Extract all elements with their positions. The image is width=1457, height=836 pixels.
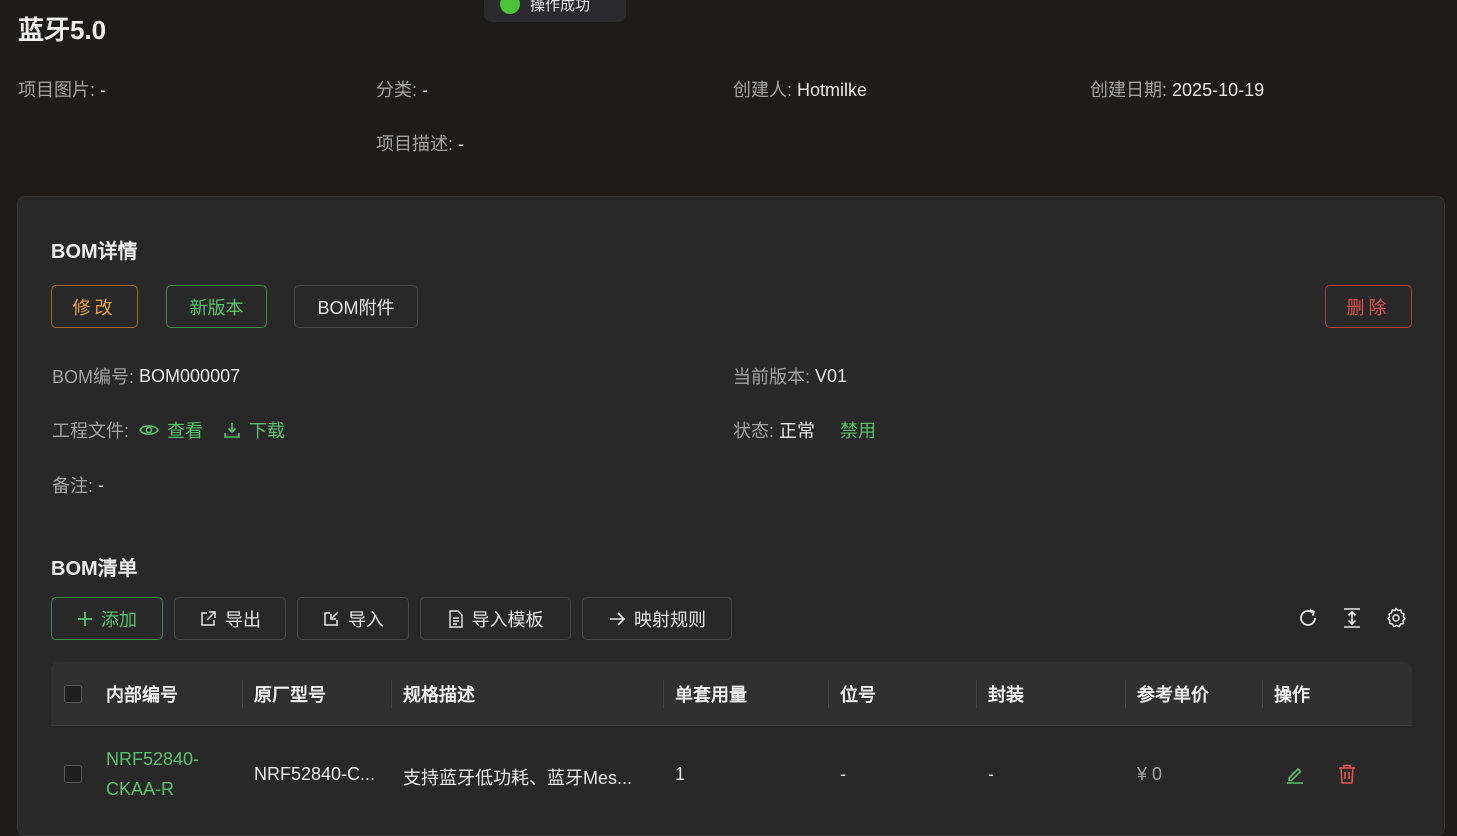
add-button[interactable]: 添加 [51,597,163,640]
category-value: - [422,80,429,100]
remark-value: - [98,474,105,495]
created-date-label: 创建日期: [1090,80,1168,100]
column-divider [391,680,392,708]
spec-cell: 支持蓝牙低功耗、蓝牙Mes... [403,768,633,788]
project-description-field: 项目描述: - [376,130,464,156]
column-header-internal-no[interactable]: 内部编号 [106,662,178,726]
column-divider [1125,680,1126,708]
bom-number-label: BOM编号: [52,367,135,387]
status-label: 状态: [733,421,775,441]
arrow-right-icon [610,611,626,626]
designator-cell: - [840,764,846,784]
plus-icon [78,611,92,626]
bom-detail-title: BOM详情 [51,241,138,263]
import-template-button[interactable]: 导入模板 [420,597,571,640]
edit-pencil-icon[interactable] [1284,763,1306,785]
document-icon [448,609,463,628]
column-divider [828,680,829,708]
column-header-part-no[interactable]: 原厂型号 [254,662,326,726]
project-description-value: - [458,134,465,154]
bom-list-title: BOM清单 [51,558,138,580]
column-header-package[interactable]: 封装 [988,662,1024,726]
edit-button-label: 修改 [72,297,117,318]
table-header: 内部编号 原厂型号 规格描述 单套用量 位号 封装 参考单价 操作 [51,662,1412,726]
refresh-icon[interactable] [1296,606,1320,630]
mapping-rules-button-label: 映射规则 [634,609,706,630]
status-field: 状态: 正常 禁用 [733,417,876,443]
download-icon [224,423,240,438]
add-button-label: 添加 [101,609,137,630]
creator-label: 创建人: [733,80,793,100]
creator-field: 创建人: Hotmilke [733,76,867,102]
column-header-spec[interactable]: 规格描述 [403,662,475,726]
delete-button[interactable]: 删除 [1325,285,1412,328]
new-version-button-label: 新版本 [189,297,244,318]
status-value: 正常 [779,421,816,441]
import-button[interactable]: 导入 [297,597,409,640]
new-version-button[interactable]: 新版本 [166,285,267,328]
package-cell: - [988,764,994,784]
column-header-qty[interactable]: 单套用量 [675,662,747,726]
column-height-icon[interactable] [1340,606,1364,630]
column-divider [1262,680,1263,708]
bom-number-value: BOM000007 [139,365,241,386]
bom-number-field: BOM编号: BOM000007 [52,363,240,389]
disable-link[interactable]: 禁用 [840,417,876,443]
import-template-button-label: 导入模板 [471,609,544,630]
export-button-label: 导出 [225,609,261,630]
import-button-label: 导入 [348,609,384,630]
column-divider [242,680,243,708]
column-header-price[interactable]: 参考单价 [1137,662,1209,726]
download-file-link[interactable]: 下载 [223,417,285,443]
project-description-label: 项目描述: [376,134,454,154]
part-no-cell: NRF52840-C... [254,764,376,784]
category-label: 分类: [376,80,418,100]
engineering-file-label: 工程文件: [52,421,130,441]
mapping-rules-button[interactable]: 映射规则 [582,597,732,640]
remark-label: 备注: [52,476,94,496]
column-divider [663,680,664,708]
project-image-value: - [100,80,107,100]
current-version-label: 当前版本: [733,367,811,387]
row-checkbox[interactable] [64,765,82,783]
column-header-actions: 操作 [1274,685,1310,705]
internal-no-link[interactable]: NRF52840-CKAA-R [106,744,226,804]
export-button[interactable]: 导出 [174,597,286,640]
eye-icon [139,425,159,435]
delete-button-label: 删除 [1346,297,1391,318]
created-date-field: 创建日期: 2025-10-19 [1090,76,1264,102]
current-version-value: V01 [815,365,848,386]
download-file-label: 下载 [249,421,286,441]
export-icon [201,610,216,626]
bom-attachments-button-label: BOM附件 [317,297,395,318]
toast-text: 操作成功 [530,0,591,14]
delete-trash-icon[interactable] [1336,763,1358,785]
success-toast: 操作成功 [484,0,626,22]
settings-gear-icon[interactable] [1384,606,1408,630]
page-title: 蓝牙5.0 [18,15,107,45]
created-date-value: 2025-10-19 [1172,80,1265,100]
remark-field: 备注: - [52,472,104,498]
import-icon [324,610,339,626]
select-all-checkbox[interactable] [64,685,82,703]
project-image-field: 项目图片: - [18,76,106,102]
bom-attachments-button[interactable]: BOM附件 [294,285,418,328]
price-cell: ¥ 0 [1137,764,1163,784]
creator-value: Hotmilke [797,80,868,100]
success-icon [500,0,520,14]
current-version-field: 当前版本: V01 [733,363,847,389]
category-field: 分类: - [376,76,428,102]
column-divider [976,680,977,708]
engineering-file-field: 工程文件: 查看 下载 [52,417,285,443]
project-image-label: 项目图片: [18,80,96,100]
column-header-designator[interactable]: 位号 [840,662,876,726]
view-file-label: 查看 [167,421,204,441]
edit-button[interactable]: 修改 [51,285,138,328]
view-file-link[interactable]: 查看 [139,417,203,443]
qty-cell: 1 [675,764,686,784]
